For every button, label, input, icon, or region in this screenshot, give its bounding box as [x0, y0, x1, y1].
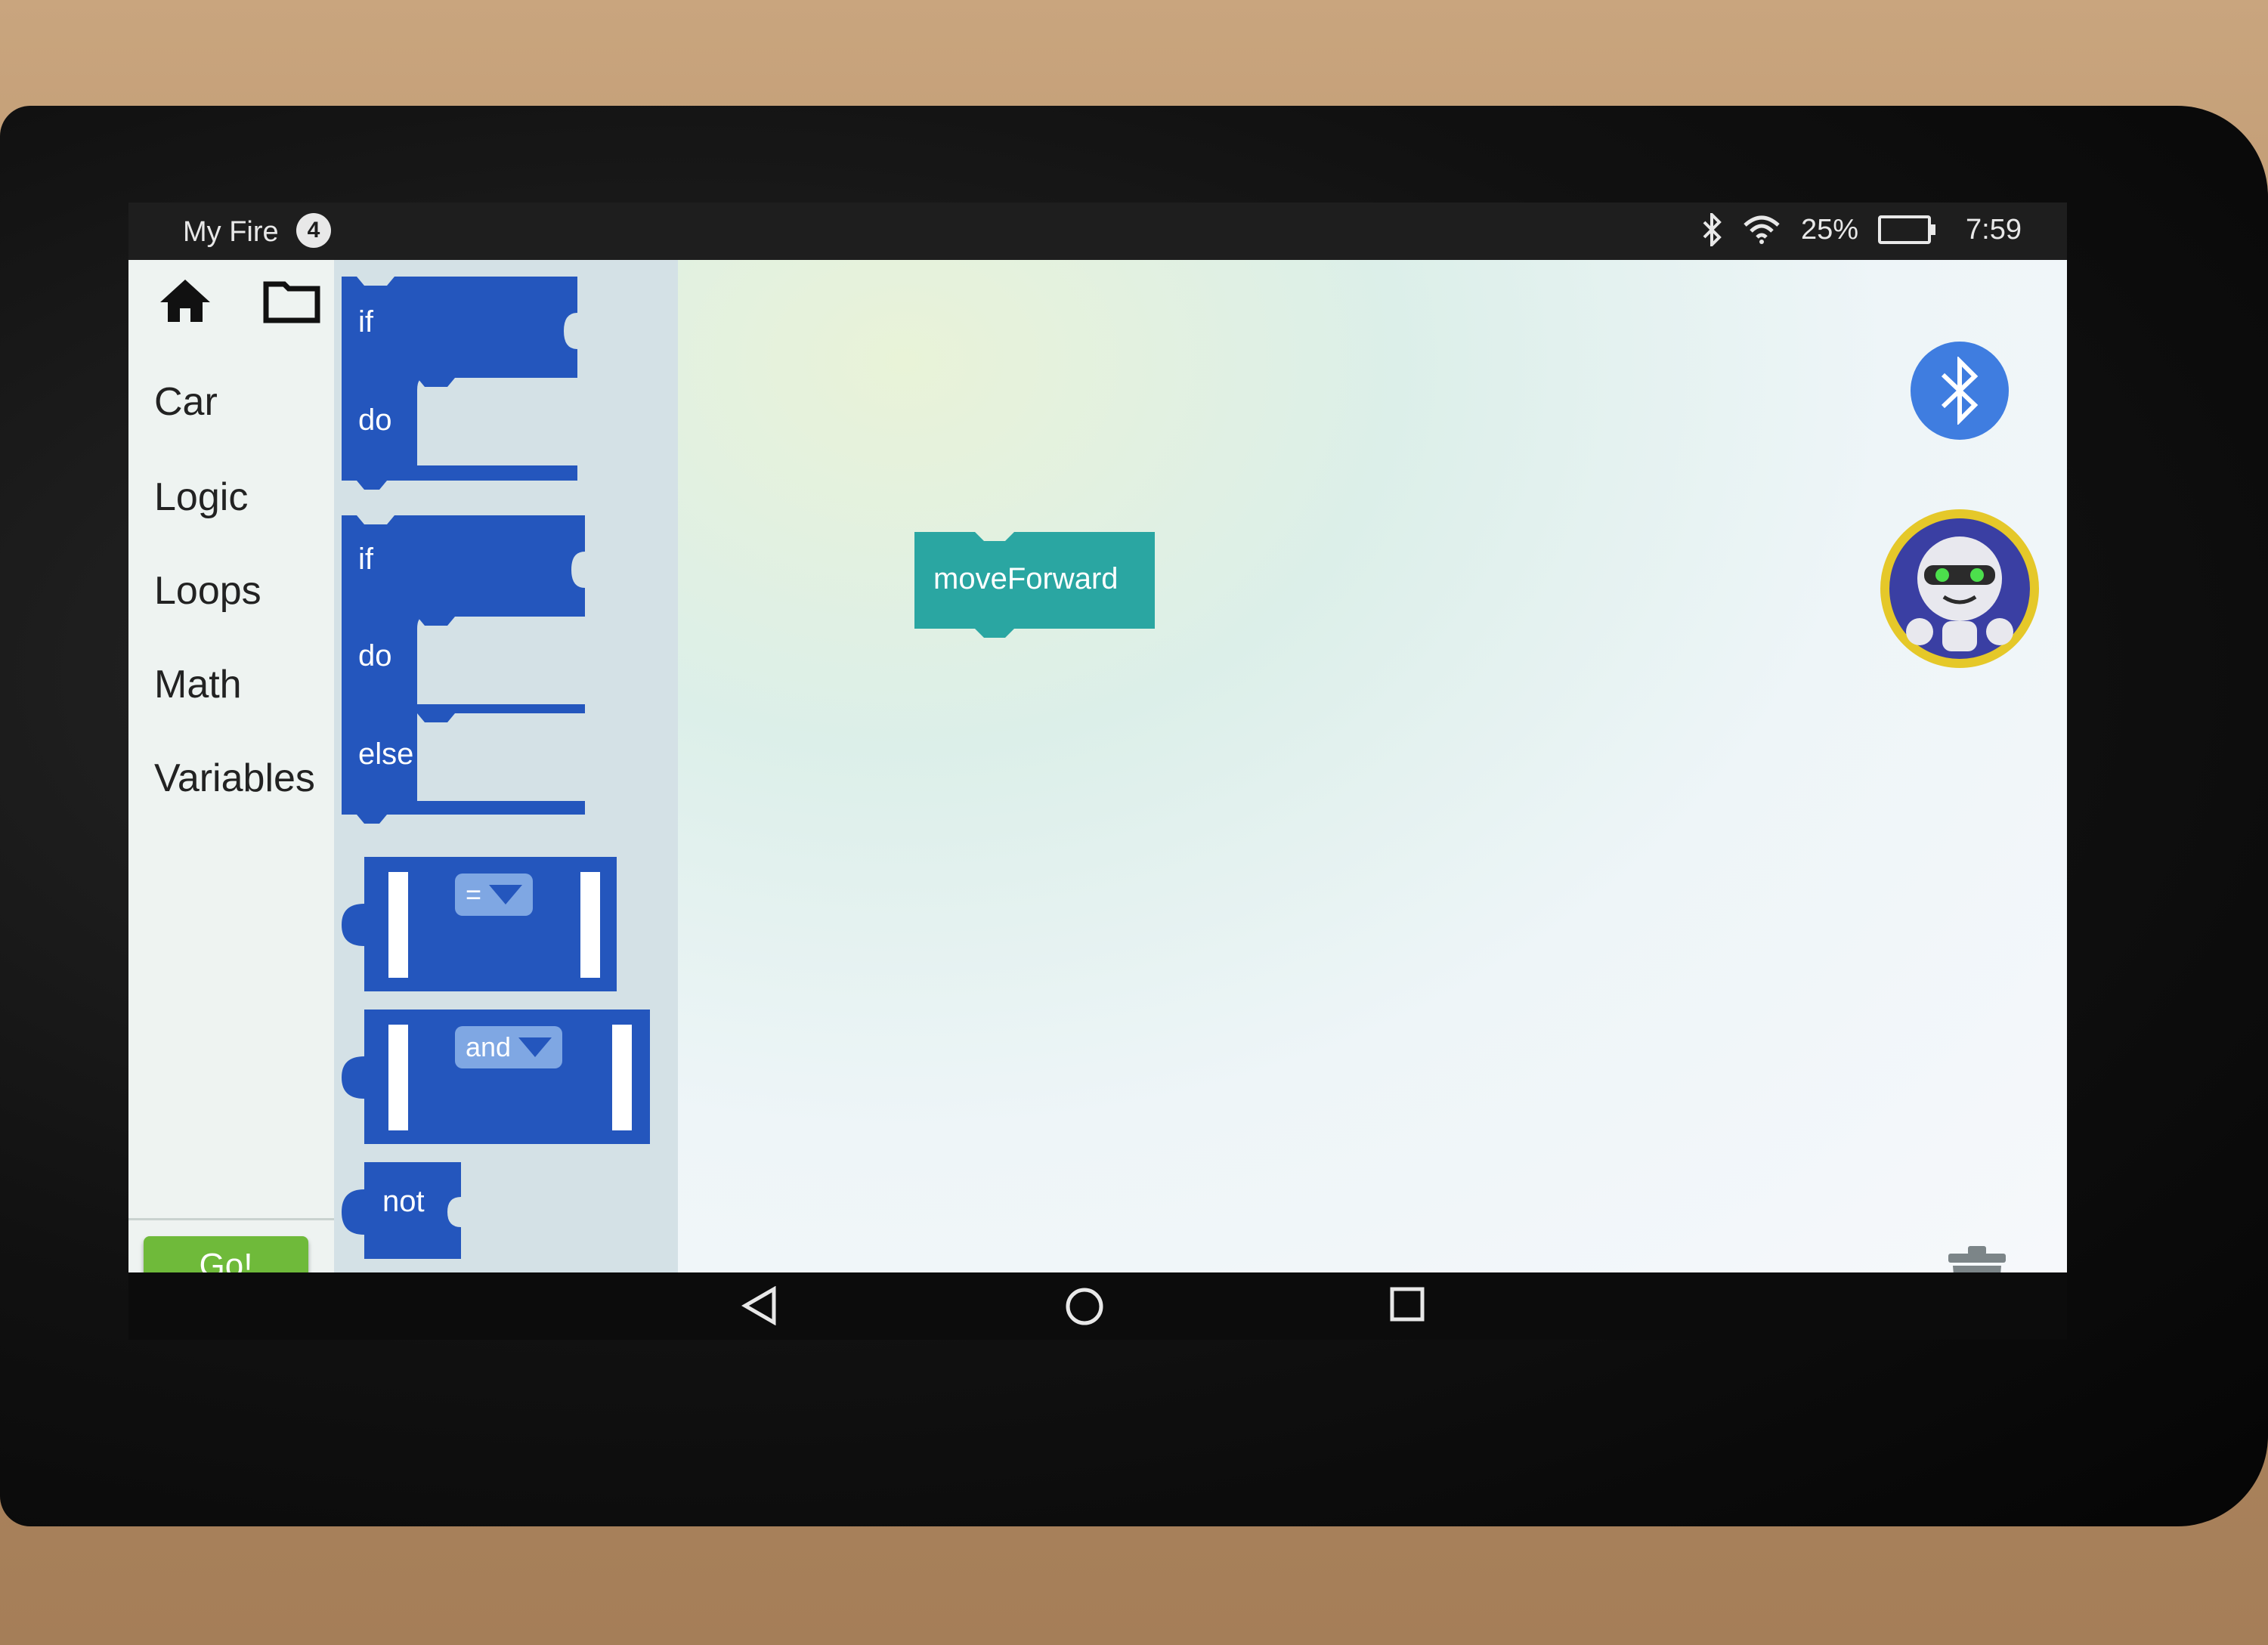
status-title: My Fire — [183, 216, 279, 248]
back-icon[interactable] — [741, 1286, 778, 1325]
sidebar-toolbar — [157, 277, 320, 325]
home-circle-icon[interactable] — [1064, 1286, 1105, 1327]
robot-icon — [1889, 518, 2030, 659]
category-sidebar: Car Logic Loops Math Variables Go! — [128, 260, 335, 1295]
robot-avatar[interactable] — [1880, 509, 2039, 668]
folder-icon[interactable] — [263, 278, 320, 323]
recents-icon[interactable] — [1389, 1286, 1425, 1322]
workspace[interactable] — [678, 260, 2067, 1272]
block-flyout: if do if do else = and not — [334, 260, 678, 1272]
not-label: not — [382, 1185, 425, 1218]
category-variables[interactable]: Variables — [154, 756, 315, 801]
if-do-block[interactable]: if do — [342, 277, 583, 499]
battery-percent: 25% — [1800, 213, 1859, 246]
status-right: 25% 7:59 — [1701, 213, 2022, 246]
bluetooth-button[interactable] — [1911, 342, 2009, 440]
else-label: else — [358, 737, 414, 771]
notification-badge: 4 — [296, 213, 331, 248]
app-area: Car Logic Loops Math Variables Go! if do — [128, 260, 2067, 1322]
do-label: do — [358, 639, 392, 673]
status-bar: My Fire 4 25% 7:59 — [128, 203, 2067, 260]
category-car[interactable]: Car — [154, 379, 218, 425]
wifi-icon — [1744, 215, 1780, 244]
logic-operation-block[interactable]: and — [342, 1010, 653, 1149]
device-screen: My Fire 4 25% 7:59 Car Logic Loops Math … — [128, 203, 2067, 1340]
if-label: if — [358, 305, 373, 339]
do-label: do — [358, 404, 392, 437]
if-do-else-block-shape — [342, 515, 585, 824]
chevron-down-icon — [518, 1037, 552, 1057]
clock: 7:59 — [1966, 213, 2022, 246]
bluetooth-icon — [1941, 357, 1979, 425]
logic-operator-dropdown[interactable]: and — [455, 1026, 563, 1068]
navigation-bar — [128, 1272, 2067, 1340]
not-block[interactable]: not — [342, 1162, 463, 1264]
logic-operator: and — [466, 1031, 512, 1062]
compare-block[interactable]: = — [342, 857, 621, 997]
compare-operator-dropdown[interactable]: = — [455, 874, 534, 916]
category-math[interactable]: Math — [154, 662, 242, 707]
category-loops[interactable]: Loops — [154, 568, 261, 614]
category-logic[interactable]: Logic — [154, 475, 248, 520]
compare-operator: = — [466, 879, 482, 910]
go-divider — [128, 1218, 334, 1220]
bluetooth-icon — [1703, 213, 1722, 246]
moveforward-label: moveForward — [933, 562, 1119, 595]
if-label: if — [358, 543, 373, 576]
home-icon[interactable] — [157, 277, 213, 325]
battery-icon — [1878, 215, 1936, 244]
if-do-else-block[interactable]: if do else — [342, 515, 591, 836]
chevron-down-icon — [489, 885, 523, 904]
if-do-block-shape — [342, 277, 577, 490]
